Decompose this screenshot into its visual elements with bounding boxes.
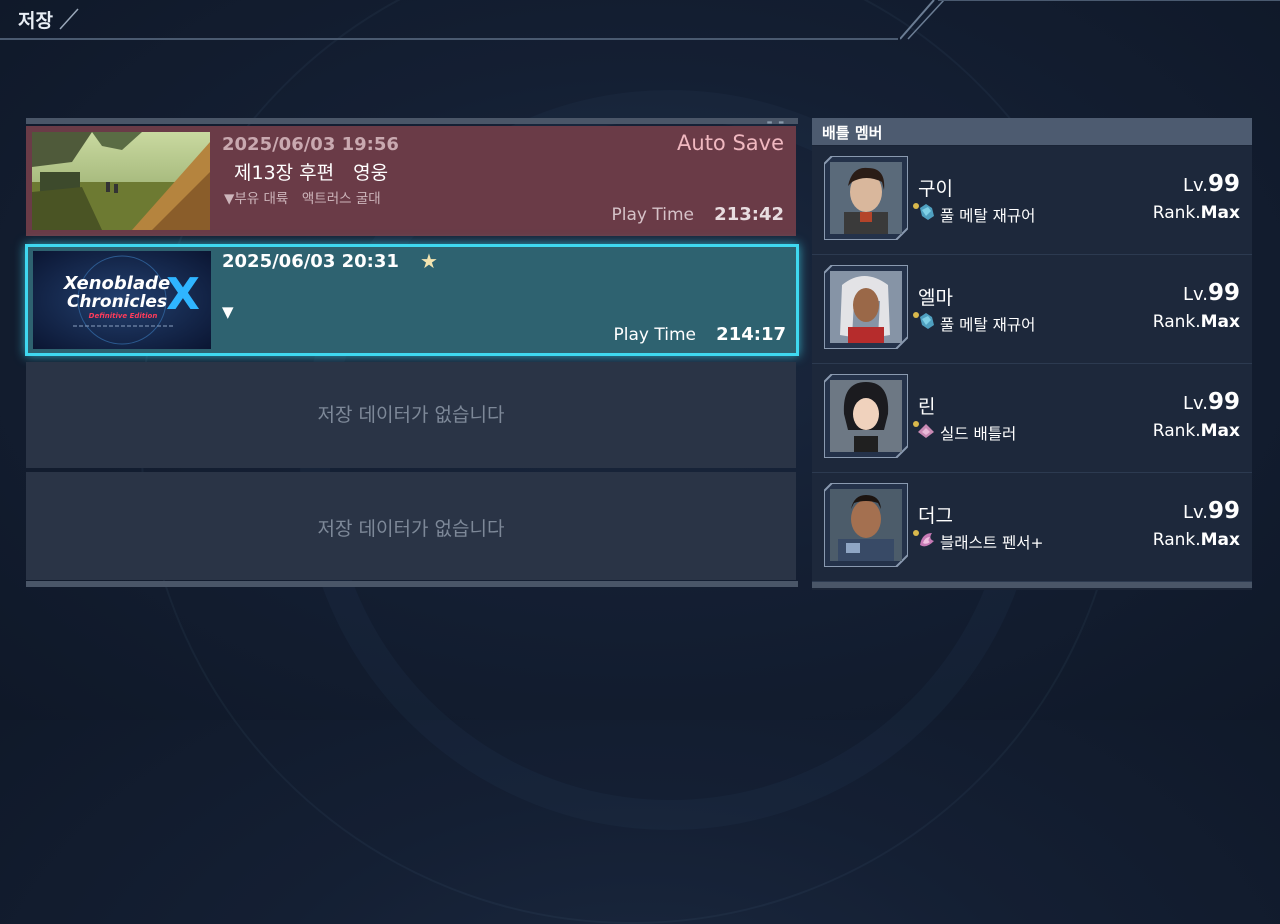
slot-location: ▼ (222, 303, 234, 321)
empty-slot-text: 저장 데이터가 없습니다 (317, 404, 505, 426)
blast-class-icon (913, 530, 934, 547)
slot-location: ▼부유 대륙 액트러스 굴대 (224, 191, 381, 207)
playtime-value: 213:42 (714, 204, 784, 225)
screen-title: 저장 (18, 10, 53, 32)
header-corner-decoration (900, 0, 1280, 40)
member-portrait (824, 265, 908, 349)
title-slash-icon (59, 8, 79, 30)
member-name: 구이 (918, 178, 953, 200)
member-rank: Rank.Max (1152, 421, 1240, 441)
save-slot-empty[interactable]: 저장 데이터가 없습니다 (26, 472, 796, 580)
slot-list-top-bar: ▬ ▬ (26, 118, 798, 126)
party-header: 배틀 멤버 (812, 118, 1252, 145)
member-class: 풀 메탈 재규어 (940, 316, 1036, 334)
member-class: 블래스트 펜서+ (940, 534, 1044, 552)
member-class: 실드 배틀러 (940, 425, 1017, 443)
header-divider (0, 38, 898, 40)
auto-save-badge: Auto Save (677, 131, 784, 155)
playtime-value: 214:17 (716, 324, 786, 345)
member-name: 엘마 (918, 287, 953, 309)
star-icon: ★ (420, 249, 438, 273)
shield-class-icon (913, 421, 934, 438)
empty-slot-text: 저장 데이터가 없습니다 (317, 518, 505, 540)
member-portrait (824, 156, 908, 240)
member-name: 린 (918, 396, 936, 418)
playtime-label: Play Time (613, 325, 696, 345)
member-level: Lv.99 (1182, 389, 1240, 415)
save-slot-empty[interactable]: 저장 데이터가 없습니다 (26, 362, 796, 468)
slot-date: 2025/06/03 20:31 (222, 251, 399, 272)
save-slot-list: ▬ ▬ 2025/06/03 19:56 제13장 후편 영웅 ▼부유 대륙 액… (25, 118, 799, 588)
member-name: 더그 (918, 505, 953, 527)
party-member: 엘마 풀 메탈 재규어 Lv.99 Rank.Max (812, 255, 1252, 364)
member-class: 풀 메탈 재규어 (940, 207, 1036, 225)
party-title: 배틀 멤버 (822, 124, 883, 142)
playtime-label: Play Time (611, 205, 694, 225)
party-member: 린 실드 배틀러 Lv.99 Rank.Max (812, 364, 1252, 473)
member-level: Lv.99 (1182, 280, 1240, 306)
member-level: Lv.99 (1182, 171, 1240, 197)
slot-list-bottom-bar (26, 581, 798, 587)
member-portrait (824, 483, 908, 567)
member-rank: Rank.Max (1152, 530, 1240, 550)
member-portrait (824, 374, 908, 458)
logo-x: X (166, 269, 200, 320)
party-member: 구이 풀 메탈 재규어 Lv.99 Rank.Max (812, 146, 1252, 255)
slot-chapter: 제13장 후편 영웅 (234, 162, 389, 184)
logo-word-2: Chronicles (67, 292, 167, 312)
party-member: 더그 블래스트 펜서+ Lv.99 Rank.Max (812, 473, 1252, 582)
slot-date: 2025/06/03 19:56 (222, 134, 399, 155)
logo-subtitle: Definitive Edition (89, 312, 158, 320)
party-bottom-bar (812, 582, 1252, 588)
member-level: Lv.99 (1182, 498, 1240, 524)
slot-thumbnail (32, 132, 210, 230)
slot-thumbnail-title-logo: Xenoblade Chronicles X Definitive Editio… (33, 251, 211, 349)
save-slot-autosave[interactable]: 2025/06/03 19:56 제13장 후편 영웅 ▼부유 대륙 액트러스 … (26, 126, 796, 236)
logo-word-1: Xenoblade (63, 273, 170, 294)
member-rank: Rank.Max (1152, 203, 1240, 223)
screen-header: 저장 (0, 0, 1280, 42)
jaguar-class-icon (913, 203, 934, 220)
member-rank: Rank.Max (1152, 312, 1240, 332)
save-slot-selected[interactable]: Xenoblade Chronicles X Definitive Editio… (25, 244, 799, 356)
battle-member-panel: 배틀 멤버 구이 풀 메탈 재규어 Lv.99 Rank.Max 엘마 풀 메탈… (812, 118, 1252, 590)
jaguar-class-icon (913, 312, 934, 329)
